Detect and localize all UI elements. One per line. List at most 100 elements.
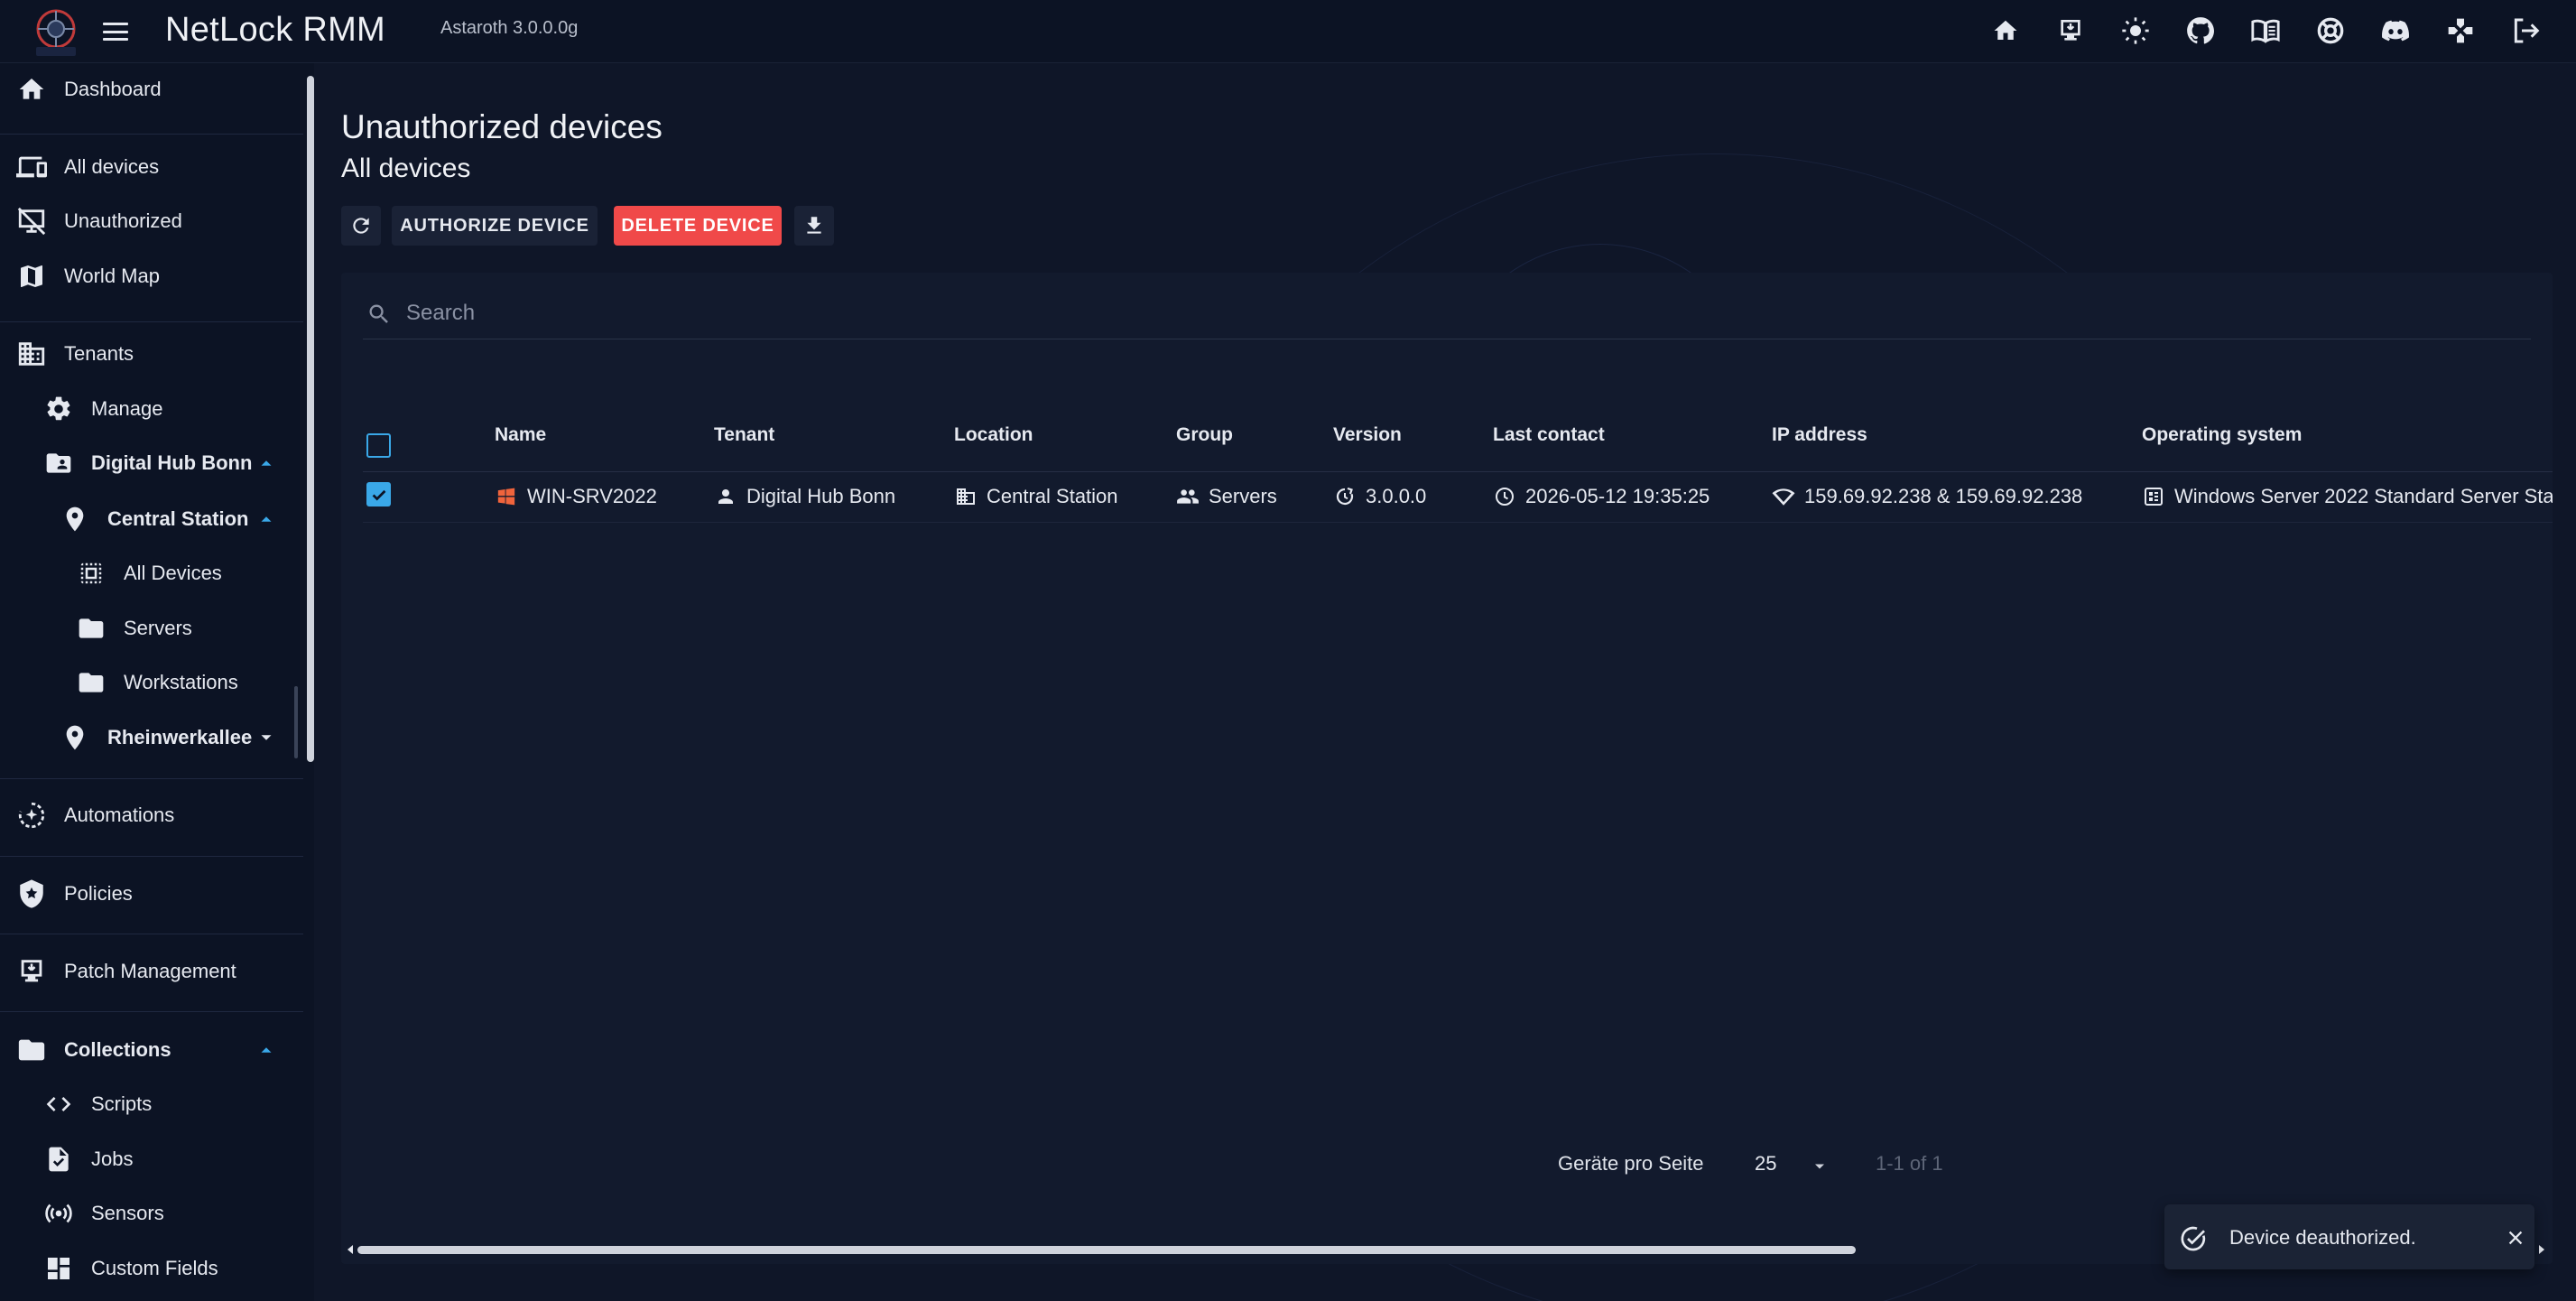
install-icon[interactable]	[2052, 13, 2089, 49]
authorize-device-button[interactable]: AUTHORIZE DEVICE	[392, 206, 598, 246]
sidebar-item-label: Patch Management	[64, 960, 236, 982]
column-header-location[interactable]: Location	[954, 424, 1033, 446]
main-content: Unauthorized devices All devices AUTHORI…	[314, 63, 2576, 1301]
refresh-button[interactable]	[341, 206, 381, 246]
wifi-icon	[1772, 485, 1795, 508]
sidebar-item-location-rheinwerkallee[interactable]: Rheinwerkallee	[0, 711, 298, 764]
menu-toggle-button[interactable]	[101, 18, 130, 45]
sidebar-item-label: Dashboard	[64, 78, 162, 100]
column-header-group[interactable]: Group	[1176, 424, 1233, 446]
cell-location: Central Station	[954, 477, 1118, 516]
cell-tenant: Digital Hub Bonn	[714, 477, 895, 516]
table-row-divider	[363, 522, 2553, 523]
sidebar-nested-scrollbar[interactable]	[294, 686, 298, 758]
column-header-name[interactable]: Name	[495, 424, 546, 446]
sidebar-item-label: Scripts	[91, 1092, 153, 1115]
sidebar-item-all-devices[interactable]: All devices	[0, 141, 298, 193]
sidebar-divider	[0, 856, 303, 857]
delete-device-button[interactable]: DELETE DEVICE	[614, 206, 782, 246]
rows-per-page-select[interactable]: 25	[1755, 1152, 1776, 1176]
building-icon	[954, 485, 978, 508]
sidebar-item-scripts[interactable]: Scripts	[0, 1078, 298, 1130]
support-icon[interactable]	[2312, 13, 2349, 49]
dashboard-icon	[42, 1252, 75, 1285]
expand-less-icon[interactable]	[256, 453, 276, 473]
column-header-last-contact[interactable]: Last contact	[1493, 424, 1605, 446]
code-icon	[42, 1088, 75, 1120]
windows-icon	[495, 485, 518, 508]
sidebar-item-sensors[interactable]: Sensors	[0, 1187, 298, 1240]
sidebar-item-location-central-station[interactable]: Central Station	[0, 493, 298, 545]
sidebar-item-tenant-digital-hub-bonn[interactable]: Digital Hub Bonn	[0, 437, 298, 489]
top-bar: NetLock RMM Astaroth 3.0.0.0g	[0, 0, 2576, 63]
sidebar-item-label: Servers	[124, 617, 192, 639]
select-all-checkbox[interactable]	[366, 433, 391, 458]
snackbar: Device deauthorized.	[2164, 1204, 2534, 1269]
scroll-left-icon[interactable]	[345, 1242, 356, 1257]
sidebar-item-group-workstations[interactable]: Workstations	[0, 656, 298, 709]
logout-icon[interactable]	[2507, 13, 2544, 49]
sidebar-item-label: Manage	[91, 397, 163, 420]
chevron-down-icon[interactable]	[1811, 1157, 1829, 1176]
page-info: 1-1 of 1	[1876, 1152, 1943, 1175]
select-all-icon	[75, 557, 107, 590]
sidebar-item-group-servers[interactable]: Servers	[0, 602, 298, 655]
sidebar-item-patch-management[interactable]: Patch Management	[0, 945, 298, 998]
cell-group: Servers	[1176, 477, 1277, 516]
sidebar-item-jobs[interactable]: Jobs	[0, 1133, 298, 1185]
expand-less-icon[interactable]	[256, 1040, 276, 1060]
sidebar-scrollbar-thumb[interactable]	[307, 76, 314, 762]
sidebar-item-dashboard[interactable]: Dashboard	[0, 63, 298, 116]
sidebar-item-automations[interactable]: Automations	[0, 789, 298, 841]
devices-icon	[15, 151, 48, 183]
sidebar-item-label: Automations	[64, 804, 175, 826]
expand-less-icon[interactable]	[256, 509, 276, 529]
sidebar-item-label: Digital Hub Bonn	[91, 451, 253, 474]
group-icon	[1176, 485, 1200, 508]
column-header-tenant[interactable]: Tenant	[714, 424, 774, 446]
export-button[interactable]	[794, 206, 834, 246]
search-bar	[363, 287, 2531, 339]
sidebar-item-label: Jobs	[91, 1148, 134, 1170]
cell-operating-system: Windows Server 2022 Standard Server Sta	[2142, 477, 2553, 516]
clock-icon	[1493, 485, 1516, 508]
devices-table-card: Name Tenant Location Group Version Last …	[341, 273, 2553, 1264]
top-icon-bar	[1988, 13, 2544, 49]
netlock-logo[interactable]	[27, 4, 85, 58]
sidebar-item-tenants[interactable]: Tenants	[0, 328, 298, 380]
folder-icon	[75, 666, 107, 699]
column-header-operating-system[interactable]: Operating system	[2142, 424, 2302, 446]
horizontal-scrollbar-thumb[interactable]	[357, 1246, 1856, 1254]
discord-icon[interactable]	[2377, 13, 2414, 49]
folder-user-icon	[42, 447, 75, 479]
sidebar-item-group-all-devices[interactable]: All Devices	[0, 547, 298, 599]
close-icon[interactable]	[2506, 1228, 2525, 1248]
sidebar-item-manage[interactable]: Manage	[0, 383, 298, 435]
folder-icon	[15, 1034, 48, 1066]
expand-more-icon[interactable]	[256, 728, 276, 748]
rows-per-page-label: Geräte pro Seite	[1558, 1152, 1704, 1175]
github-icon[interactable]	[2182, 13, 2219, 49]
scroll-right-icon[interactable]	[2536, 1242, 2547, 1257]
app-title: NetLock RMM	[165, 11, 386, 49]
sidebar-item-label: Workstations	[124, 671, 238, 693]
home-icon[interactable]	[1988, 13, 2024, 49]
sidebar-item-world-map[interactable]: World Map	[0, 250, 298, 302]
sidebar-item-unauthorized[interactable]: Unauthorized	[0, 195, 298, 247]
sidebar-item-custom-fields[interactable]: Custom Fields	[0, 1242, 298, 1295]
row-checkbox[interactable]	[366, 482, 391, 506]
sidebar-divider	[0, 1011, 303, 1012]
sidebar-item-label: All devices	[64, 155, 160, 178]
sidebar-item-collections[interactable]: Collections	[0, 1024, 298, 1076]
column-header-version[interactable]: Version	[1333, 424, 1402, 446]
cell-ip-address: 159.69.92.238 & 159.69.92.238	[1772, 477, 2082, 516]
job-icon	[42, 1143, 75, 1176]
theme-toggle-icon[interactable]	[2117, 13, 2154, 49]
building-icon	[15, 338, 48, 370]
gamepad-icon[interactable]	[2442, 13, 2479, 49]
column-header-ip-address[interactable]: IP address	[1772, 424, 1867, 446]
docs-icon[interactable]	[2247, 13, 2284, 49]
sidebar-item-policies[interactable]: Policies	[0, 868, 298, 920]
person-icon	[714, 485, 737, 508]
search-input[interactable]	[406, 296, 2482, 330]
